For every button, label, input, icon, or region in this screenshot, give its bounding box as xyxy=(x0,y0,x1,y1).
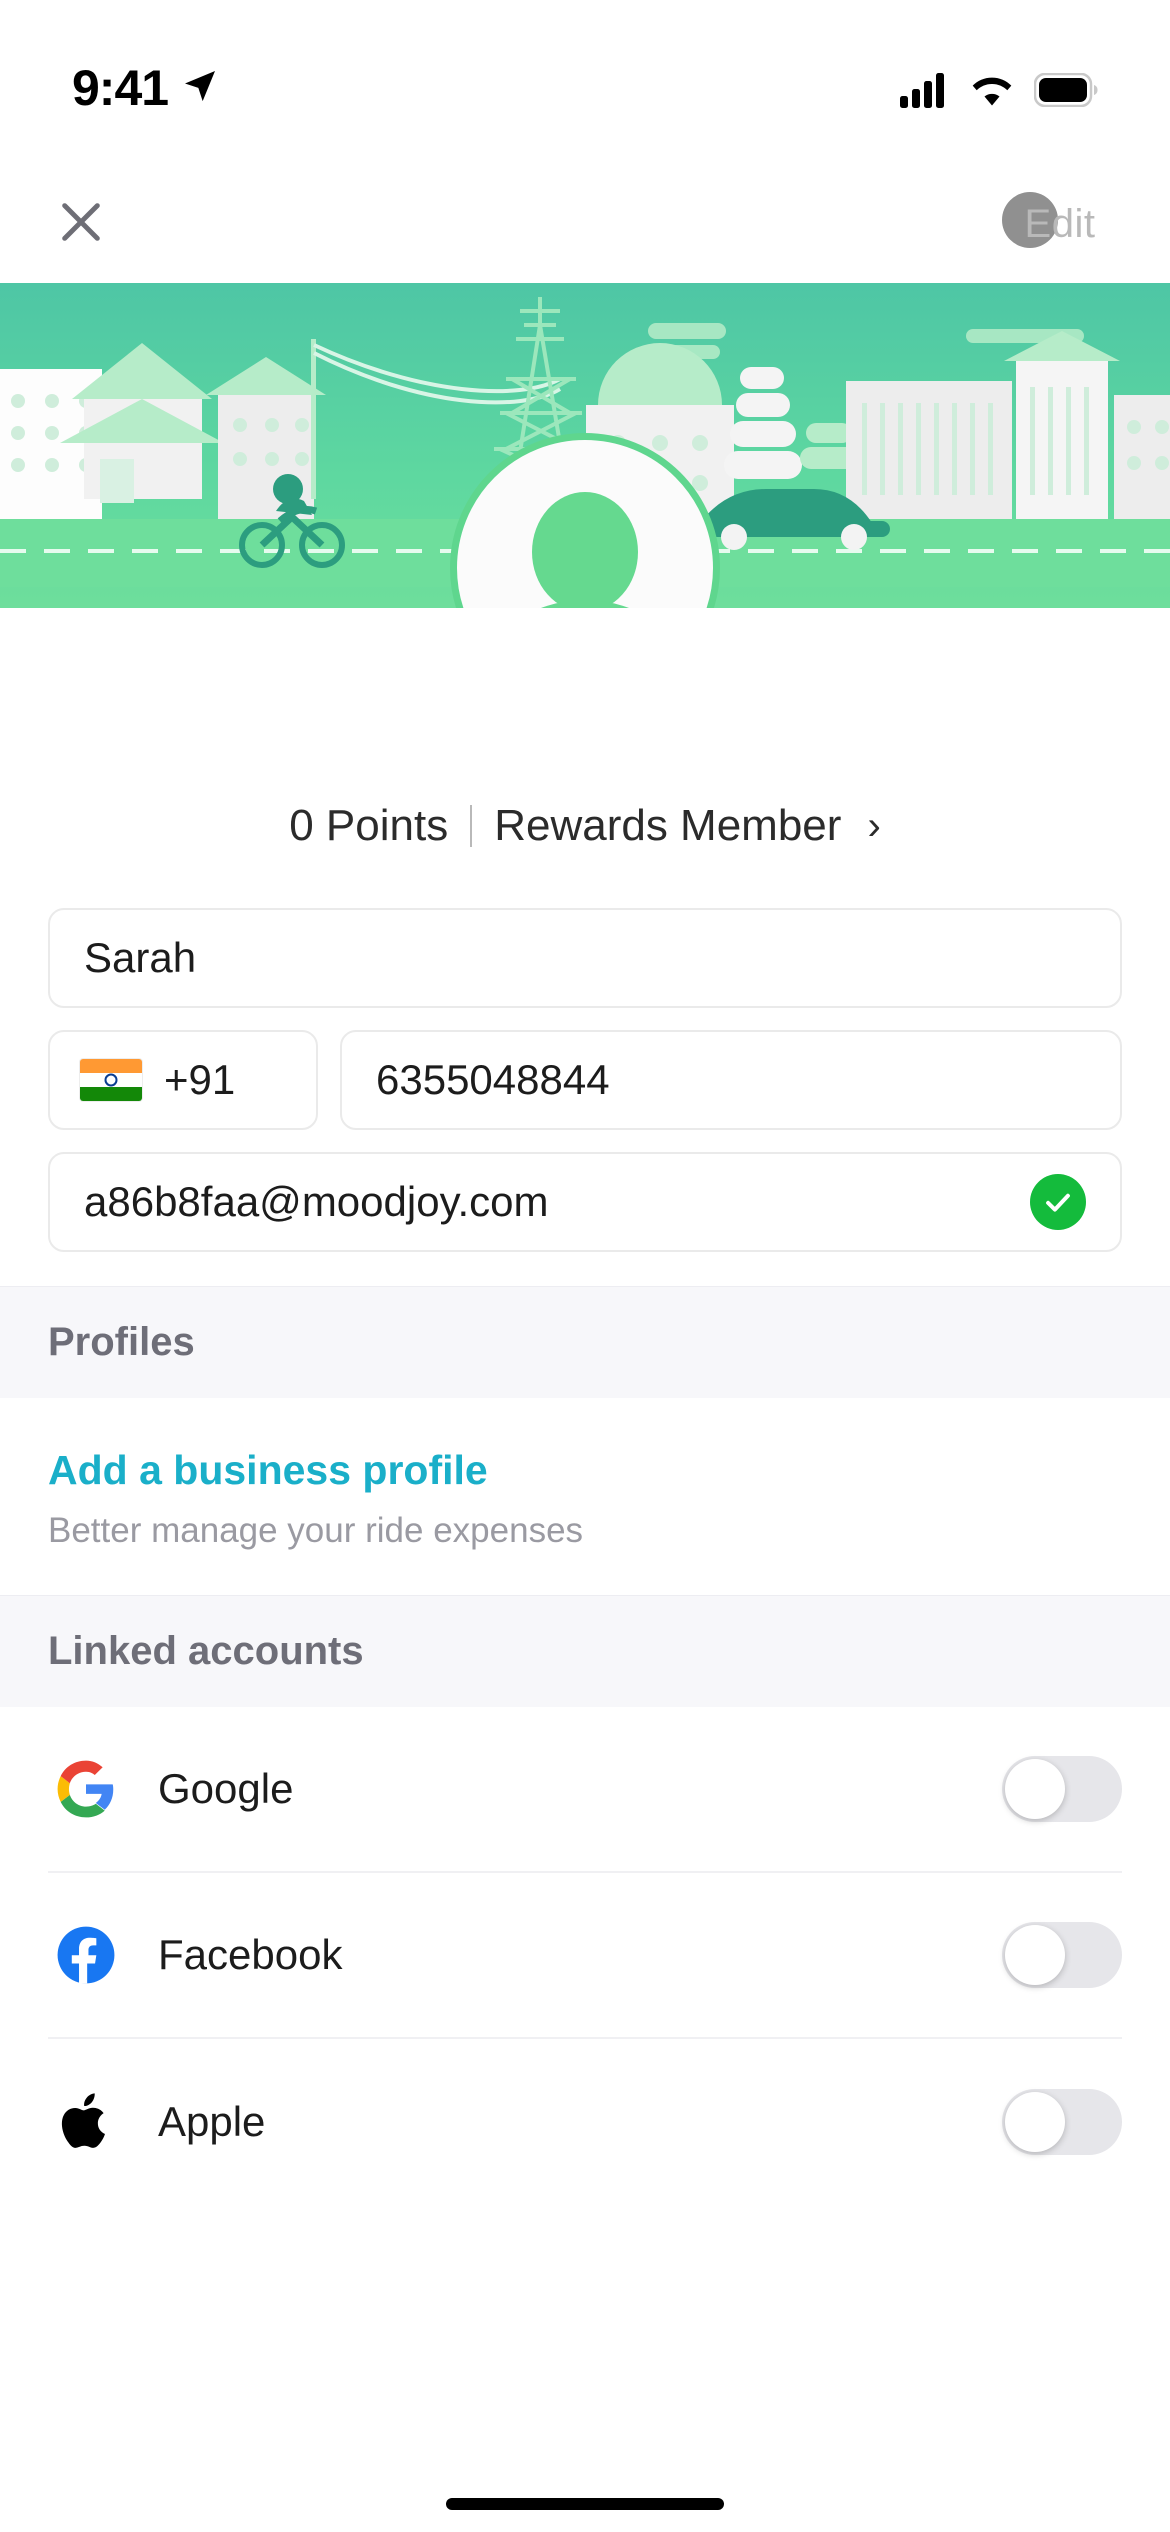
add-business-profile-label: Add a business profile xyxy=(48,1447,488,1493)
status-bar-left: 9:41 xyxy=(72,63,220,113)
cellular-signal-icon xyxy=(900,72,950,113)
email-field-value: a86b8faa@moodjoy.com xyxy=(84,1178,549,1225)
edit-button[interactable]: Edit xyxy=(1000,184,1120,264)
points-value: 0 Points xyxy=(289,801,449,850)
linked-account-row-apple[interactable]: Apple xyxy=(48,2039,1122,2205)
person-avatar-icon xyxy=(450,433,720,608)
email-field[interactable]: a86b8faa@moodjoy.com xyxy=(48,1152,1122,1252)
linked-accounts-section-header: Linked accounts xyxy=(0,1595,1170,1708)
google-icon xyxy=(48,1758,124,1820)
profiles-section-header: Profiles xyxy=(0,1286,1170,1398)
add-business-profile-row[interactable]: Add a business profile Better manage you… xyxy=(0,1398,1170,1596)
phone-row: +91 6355048844 xyxy=(48,1030,1122,1130)
linked-accounts-list: Google Facebook Apple xyxy=(0,1707,1170,2206)
country-code-value: +91 xyxy=(164,1056,236,1103)
avatar[interactable] xyxy=(450,433,720,608)
toggle-knob xyxy=(1005,1759,1065,1820)
home-indicator-bar xyxy=(446,2498,724,2510)
battery-full-icon xyxy=(1033,72,1098,112)
linked-account-row-facebook[interactable]: Facebook xyxy=(48,1873,1122,2040)
chevron-right-icon: › xyxy=(867,803,881,848)
linked-accounts-section-title: Linked accounts xyxy=(48,1629,364,1674)
location-arrow-icon xyxy=(180,66,220,111)
edit-button-label: Edit xyxy=(1024,201,1096,246)
city-skyline-illustration xyxy=(0,283,1170,608)
status-bar: 9:41 xyxy=(0,0,1170,165)
linked-account-toggle-google[interactable] xyxy=(1002,1756,1122,1823)
avatar-head xyxy=(532,492,638,608)
linked-account-label: Google xyxy=(158,1765,294,1813)
profiles-section-title: Profiles xyxy=(48,1320,195,1364)
rewards-summary[interactable]: 0 Points Rewards Member › xyxy=(0,786,1170,866)
avatar-body xyxy=(487,600,683,608)
nav-bar: Edit xyxy=(0,165,1170,283)
rewards-divider xyxy=(470,805,473,847)
name-field-value: Sarah xyxy=(84,934,197,981)
close-icon xyxy=(53,194,109,255)
linked-account-label: Apple xyxy=(158,2098,266,2146)
linked-account-row-google[interactable]: Google xyxy=(48,1707,1122,1874)
phone-field[interactable]: 6355048844 xyxy=(340,1030,1122,1130)
toggle-knob xyxy=(1005,1925,1065,1986)
status-bar-time: 9:41 xyxy=(72,60,169,116)
name-field[interactable]: Sarah xyxy=(48,908,1122,1008)
phone-field-value: 6355048844 xyxy=(376,1056,610,1103)
linked-account-label: Facebook xyxy=(158,1931,343,1979)
india-flag-icon xyxy=(80,1059,142,1101)
rewards-tier-label: Rewards Member xyxy=(494,801,842,850)
country-code-selector[interactable]: +91 xyxy=(48,1030,318,1130)
linked-account-toggle-apple[interactable] xyxy=(1002,2089,1122,2156)
profile-form: Sarah +91 6355048844 a86b8faa@moodjoy.co… xyxy=(0,866,1170,1252)
status-bar-right xyxy=(900,72,1098,113)
verified-check-icon xyxy=(1030,1174,1086,1230)
wifi-icon xyxy=(968,72,1016,113)
linked-account-toggle-facebook[interactable] xyxy=(1002,1922,1122,1989)
facebook-icon xyxy=(48,1924,124,1986)
apple-icon xyxy=(48,2090,124,2154)
close-button[interactable] xyxy=(42,185,120,263)
toggle-knob xyxy=(1005,2092,1065,2153)
add-business-profile-subtitle: Better manage your ride expenses xyxy=(48,1511,584,1551)
